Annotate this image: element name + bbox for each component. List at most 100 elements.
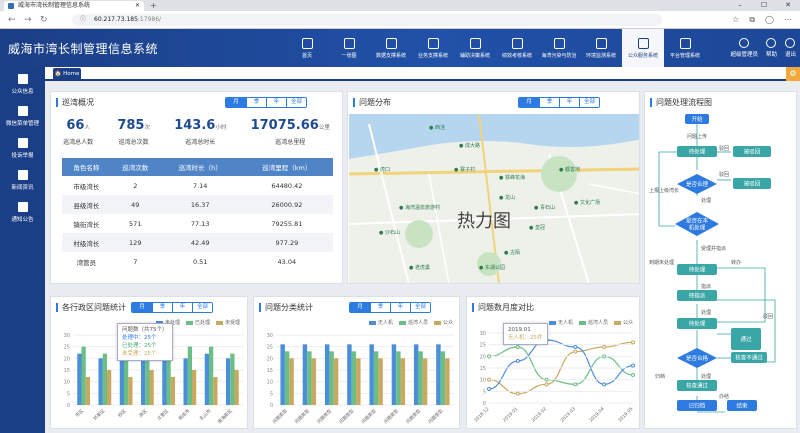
topnav-item-0[interactable]: 首页 xyxy=(286,29,328,67)
x-tick-label: 高区 xyxy=(137,407,149,419)
heat-map[interactable]: ● 成大路 ● 虎口 ● 寨子村 ● 铁峰花海 ● 西洼 ● 都善地 ● 龙山 ● 青石山 ● … xyxy=(349,114,639,283)
y-tick-label: 15 xyxy=(64,368,70,374)
map-label: ● 东湖公园 xyxy=(479,265,505,271)
topnav-item-3[interactable]: 业务支撑系统 xyxy=(412,29,454,67)
star-icon[interactable]: ☆ xyxy=(732,14,739,26)
bar xyxy=(81,346,86,405)
bar xyxy=(391,344,397,405)
bar xyxy=(102,353,107,405)
user-menu[interactable]: 超级管理员 xyxy=(730,38,758,58)
flow-done-label: 已归档 xyxy=(689,402,706,410)
close-window-icon[interactable]: ✕ xyxy=(776,0,800,11)
bar xyxy=(324,344,330,405)
topnav-item-2[interactable]: 数据支撑系统 xyxy=(370,29,412,67)
bar xyxy=(440,351,446,405)
table-cell: 7 xyxy=(133,257,138,266)
address-bar: ← → ↻ ⓘ 60.217.73.185:17986/ ☆ ⧉ ◯ ⋯ xyxy=(0,11,800,29)
settings-gear-icon[interactable]: ⚙ xyxy=(786,67,800,81)
table-cell: 64480.42 xyxy=(271,181,303,190)
table-cell: 77.13 xyxy=(190,219,210,228)
shield-icon xyxy=(553,38,565,49)
period-tab[interactable]: 全部 xyxy=(579,98,599,107)
flow-reject2-label: 被驳回 xyxy=(744,180,761,188)
topnav-item-9[interactable]: 平台管理系统 xyxy=(664,29,706,67)
extensions-icon[interactable]: ⧉ xyxy=(749,14,755,26)
topnav-item-1[interactable]: 一张图 xyxy=(328,29,370,67)
reload-icon[interactable]: ↻ xyxy=(40,14,48,26)
flow-edge-label: 转办 xyxy=(731,259,741,266)
topnav-label: 一张图 xyxy=(341,53,357,59)
x-tick-label: 问题类型 xyxy=(293,407,311,425)
stat-unit: 小时 xyxy=(215,125,227,131)
sidebar-item-3[interactable]: 新闻资讯 xyxy=(0,167,45,195)
sidebar-item-2[interactable]: 投诉举报 xyxy=(0,135,45,163)
sidebar-item-4[interactable]: 通知公告 xyxy=(0,199,45,227)
sidebar-item-0[interactable]: 公众信息 xyxy=(0,71,45,99)
period-tab[interactable]: 年 xyxy=(559,98,579,107)
logout-button[interactable]: 退出 xyxy=(785,38,796,58)
flow-approve-label: 通过 xyxy=(740,335,752,343)
flow-start-label: 开始 xyxy=(691,115,703,123)
profile-icon[interactable]: ◯ xyxy=(765,14,774,26)
topnav-item-6[interactable]: 海湾污染与防治 xyxy=(538,29,580,67)
app-title: 威海市湾长制管理信息系统 xyxy=(8,42,159,56)
topnav-item-8[interactable]: 公众服务系统 xyxy=(622,29,664,67)
app-header: 威海市湾长制管理信息系统 首页 一张图 数据支撑系统 业务支撑系统 辅助决策系统 绩效考核… xyxy=(0,29,800,67)
bar xyxy=(145,353,150,405)
x-tick-label: 2019.02 xyxy=(531,406,548,423)
more-icon[interactable]: ⋯ xyxy=(784,14,792,26)
back-icon[interactable]: ← xyxy=(8,14,16,26)
forward-icon[interactable]: → xyxy=(24,14,32,26)
maximize-icon[interactable]: ☐ xyxy=(752,0,776,11)
bar xyxy=(162,353,167,405)
browser-tab[interactable]: 威海市湾长制管理信息系统 ✕ xyxy=(4,1,144,11)
period-tab[interactable]: 月 xyxy=(519,98,539,107)
topnav-item-5[interactable]: 绩效考核系统 xyxy=(496,29,538,67)
flow-edge-label: 处理 xyxy=(701,197,711,204)
topnav-item-4[interactable]: 辅助决策系统 xyxy=(454,29,496,67)
map-icon xyxy=(343,38,355,49)
period-tab[interactable]: 季 xyxy=(246,98,266,107)
flow-end-label: 结束 xyxy=(736,402,748,410)
period-tab[interactable]: 月 xyxy=(226,98,246,107)
tab-home[interactable]: 🏠 Home xyxy=(53,68,81,81)
monitor-icon xyxy=(679,38,691,49)
table-row: 湾管员 7 0.51 43.04 xyxy=(62,252,333,271)
page-tab-bar: 🏠 Home ⚙ xyxy=(45,67,800,81)
y-tick-label: 15 xyxy=(480,366,486,372)
flow-notpass-label: 核查不通过 xyxy=(735,354,763,362)
bar xyxy=(445,358,450,405)
period-tab[interactable]: 季 xyxy=(539,98,559,107)
map-label: ● 西洼 xyxy=(429,125,445,131)
period-tab[interactable]: 年 xyxy=(266,98,286,107)
series-line xyxy=(488,346,634,385)
info-icon[interactable]: ⓘ xyxy=(80,14,86,26)
new-tab-button[interactable]: + xyxy=(150,0,157,11)
topnav-item-7[interactable]: 环境监测系统 xyxy=(580,29,622,67)
bar xyxy=(226,358,231,405)
table-cell: 571 xyxy=(129,219,142,228)
bar xyxy=(436,344,441,405)
minimize-icon[interactable]: – xyxy=(728,0,752,11)
bar xyxy=(418,351,423,405)
y-tick-label: 25 xyxy=(267,345,273,351)
x-tick-label: 经区 xyxy=(116,407,128,419)
close-tab-icon[interactable]: ✕ xyxy=(135,1,140,11)
flow-edge-label: 问题上传 xyxy=(687,133,707,140)
table-cell: 16.37 xyxy=(159,195,241,214)
flow-decision1-label: 是否合理 xyxy=(686,180,709,188)
bar xyxy=(422,358,428,405)
flow-assign-label: 待指派 xyxy=(689,292,706,300)
table-cell: 湾管员 xyxy=(76,258,97,267)
flow-pending1-label: 待处理 xyxy=(689,148,706,156)
map-label: ● 青石山 xyxy=(534,205,555,211)
sidebar-item-label: 新闻资讯 xyxy=(11,185,34,191)
sidebar-item-label: 公众信息 xyxy=(11,89,34,95)
url-field[interactable]: ⓘ 60.217.73.185:17986/ xyxy=(72,14,662,26)
monthly-line-chart: 0 5 10 15 20 25 30 2018.12 2019.01 2019.02 2019.03… xyxy=(473,331,635,424)
period-tab[interactable]: 全部 xyxy=(286,98,306,107)
help-button[interactable]: 帮助 xyxy=(766,38,777,58)
sidebar-item-1[interactable]: 微信菜单管理 xyxy=(0,103,45,131)
topnav-label: 数据支撑系统 xyxy=(375,53,406,59)
menu-icon xyxy=(17,202,28,212)
